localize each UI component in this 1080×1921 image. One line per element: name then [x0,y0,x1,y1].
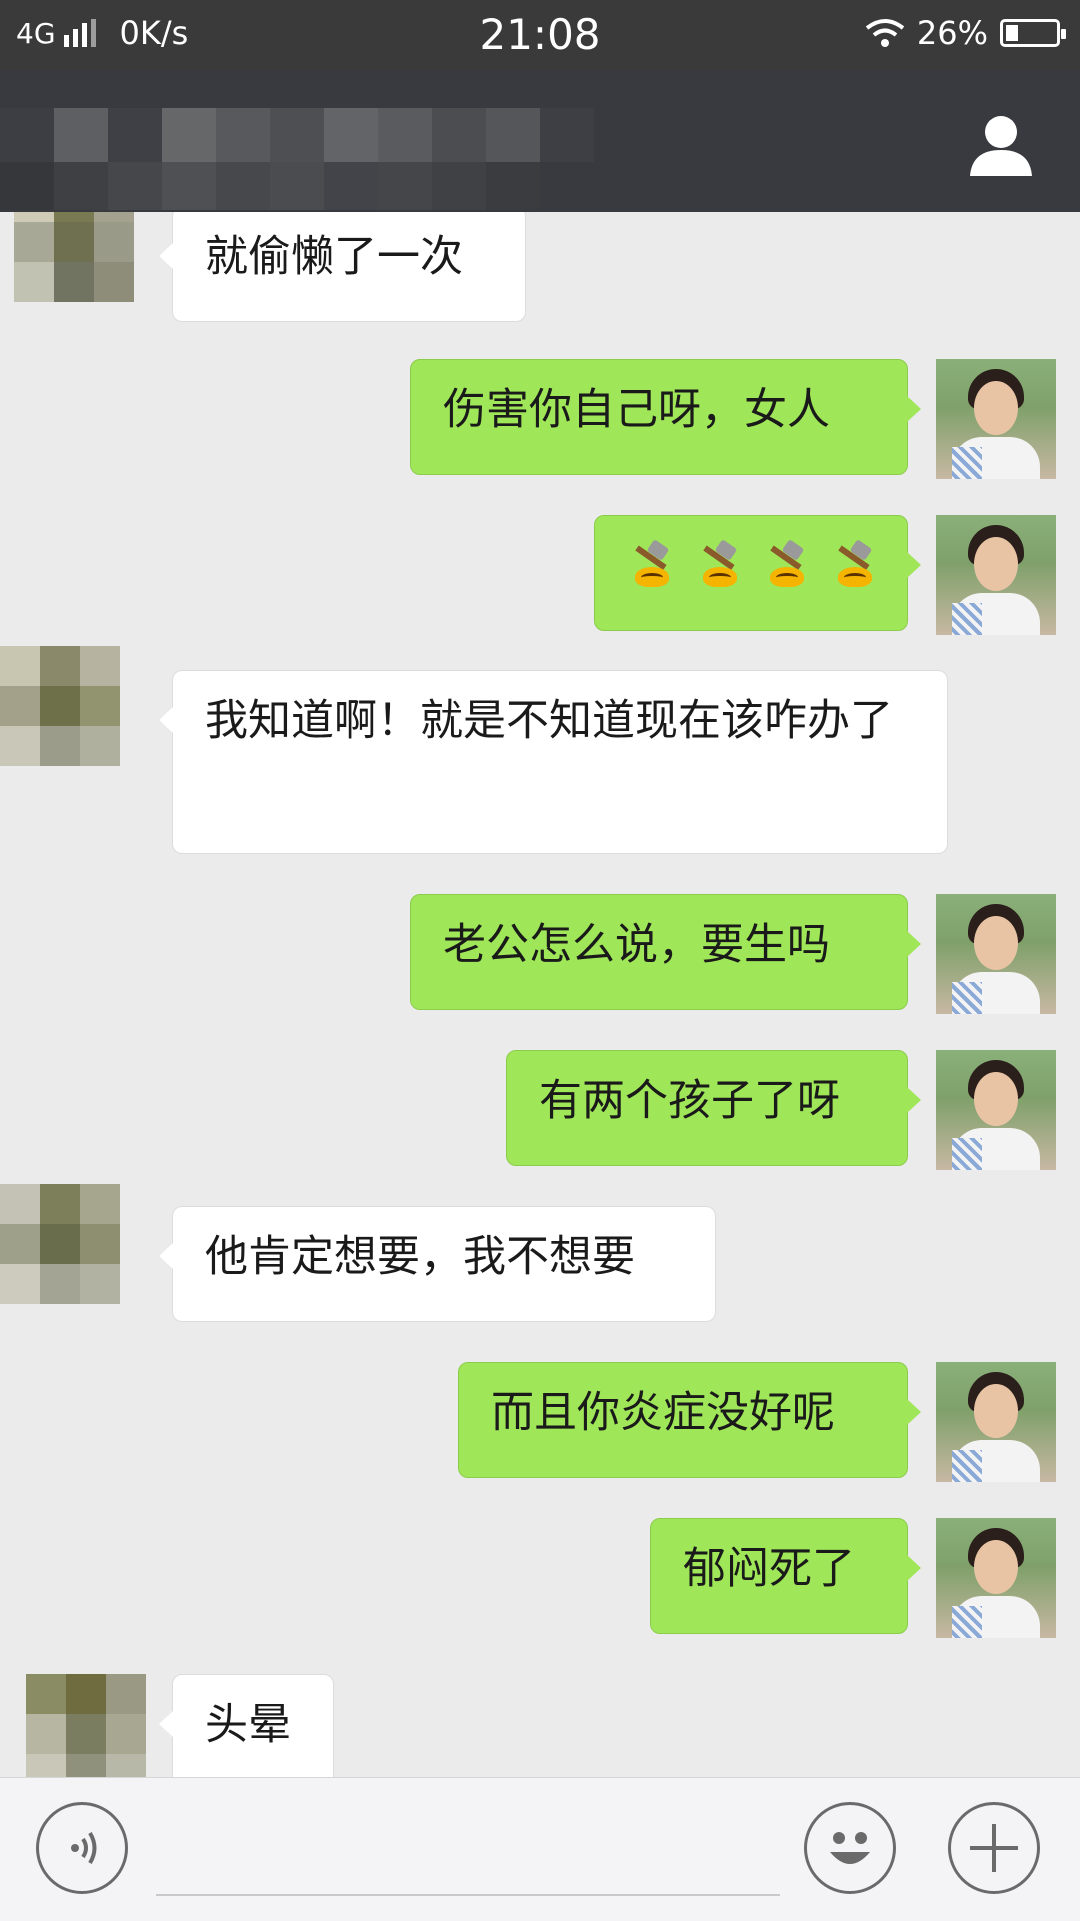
message-text: 头晕 [205,1700,291,1750]
message-bubble-outgoing[interactable]: 有两个孩子了呀 [506,1050,921,1166]
blurred-chat-title-lower [0,162,540,210]
hammer-emoji [695,539,741,589]
hammer-emoji [830,539,876,589]
status-right: 26% [865,14,1066,52]
hammer-emoji [627,539,673,589]
smiley-icon [830,1832,870,1864]
message-text: 而且你炎症没好呢 [491,1388,835,1438]
message-bubble-outgoing[interactable] [594,515,921,631]
message-text: 就偷懒了一次 [205,232,463,282]
message-bubble-incoming[interactable]: 就偷懒了一次 [159,212,526,322]
my-avatar[interactable] [936,359,1056,479]
message-bubble-outgoing[interactable]: 老公怎么说，要生吗 [410,894,921,1010]
wifi-icon [865,19,905,47]
message-text: 老公怎么说，要生吗 [443,920,830,970]
my-avatar[interactable] [936,1362,1056,1482]
battery-percent: 26% [916,14,988,52]
blurred-chat-title [0,108,594,162]
chat-area[interactable]: 就偷懒了一次 伤害你自己呀，女人 我知道啊！就是不知道现在该咋办了 老公怎么说，… [0,212,1080,1777]
battery-icon [1000,19,1066,47]
message-bubble-incoming[interactable]: 他肯定想要，我不想要 [159,1206,716,1322]
message-bubble-incoming[interactable]: 我知道啊！就是不知道现在该咋办了 [159,670,948,854]
input-bar [0,1777,1080,1921]
battery-fill [1006,25,1019,41]
my-avatar[interactable] [936,515,1056,635]
message-bubble-outgoing[interactable]: 而且你炎症没好呢 [458,1362,921,1478]
hammer-emoji [762,539,808,589]
message-text: 我知道啊！就是不知道现在该咋办了 [205,696,893,746]
voice-icon [71,1831,97,1865]
message-text: 郁闷死了 [683,1544,855,1594]
contact-avatar[interactable] [0,646,120,766]
status-bar: 4G 0K/s 21:08 26% [0,0,1080,70]
plus-button[interactable] [948,1802,1040,1894]
my-avatar[interactable] [936,1050,1056,1170]
message-text: 有两个孩子了呀 [539,1076,840,1126]
contact-avatar[interactable] [0,1184,120,1304]
plus-icon [970,1824,1018,1872]
emoji-button[interactable] [804,1802,896,1894]
message-bubble-outgoing[interactable]: 郁闷死了 [650,1518,921,1634]
emoji-row [627,533,875,599]
contact-avatar[interactable] [14,212,134,302]
my-avatar[interactable] [936,1518,1056,1638]
contact-avatar[interactable] [26,1674,146,1777]
message-bubble-incoming[interactable]: 头晕 [159,1674,334,1777]
chat-header [0,70,1080,212]
my-avatar[interactable] [936,894,1056,1014]
voice-button[interactable] [36,1802,128,1894]
message-text: 他肯定想要，我不想要 [205,1232,635,1282]
message-input[interactable] [156,1894,780,1896]
message-bubble-outgoing[interactable]: 伤害你自己呀，女人 [410,359,921,475]
message-text: 伤害你自己呀，女人 [443,385,830,435]
person-icon[interactable] [966,110,1036,180]
